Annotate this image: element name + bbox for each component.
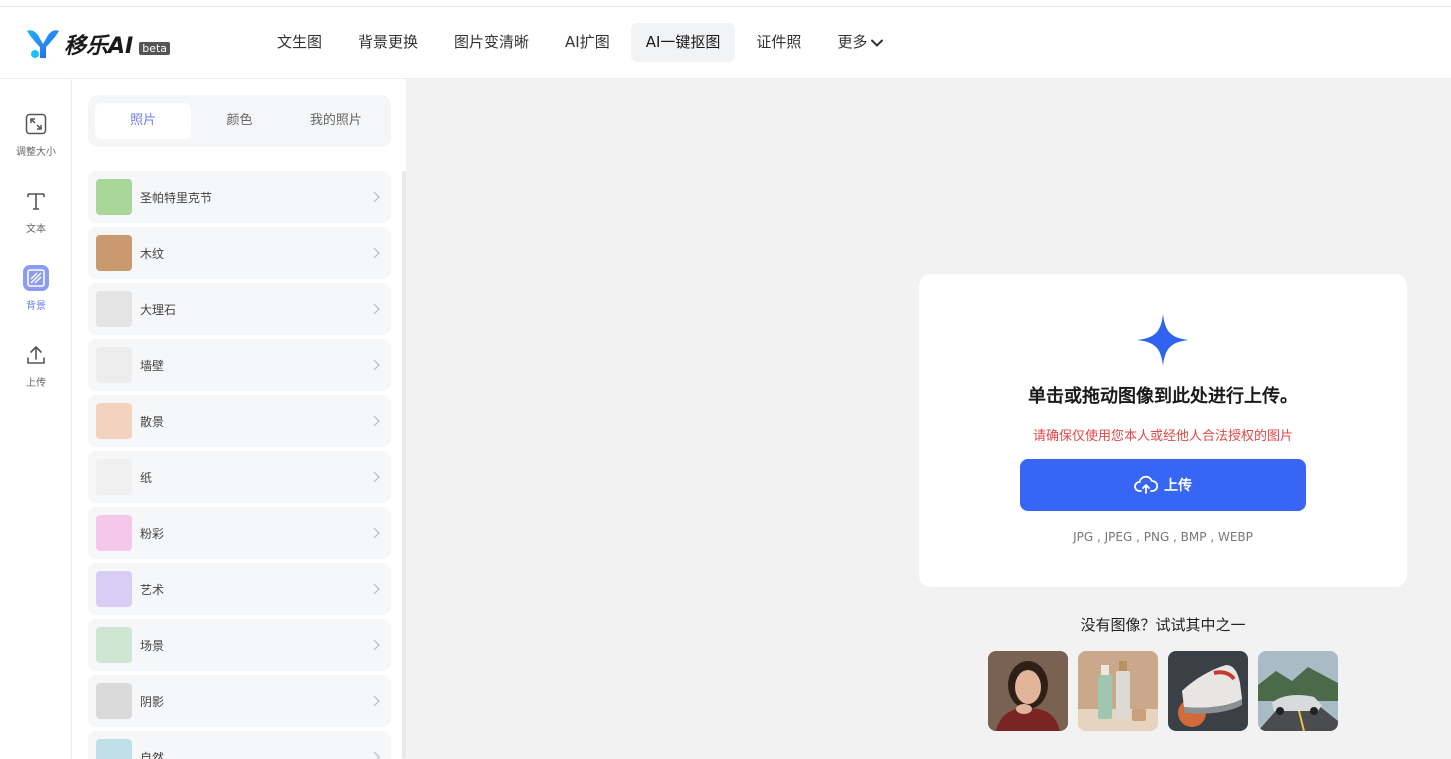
list-item[interactable]: 纸 — [88, 451, 391, 503]
rail-label: 上传 — [26, 378, 46, 389]
tab-colors[interactable]: 颜色 — [191, 103, 287, 139]
chevron-right-icon — [373, 247, 380, 259]
samples-title: 没有图像？试试其中之一 — [1080, 616, 1246, 634]
chevron-right-icon — [373, 639, 380, 651]
upload-title: 单击或拖动图像到此处进行上传。 — [1028, 386, 1298, 407]
main-nav: 文生图 背景更换 图片变清晰 AI扩图 AI一键抠图 证件照 更多 — [262, 23, 905, 62]
cloud-upload-icon — [1134, 475, 1158, 494]
category-thumbnail — [96, 235, 132, 271]
category-label: 艺术 — [140, 582, 165, 597]
chevron-right-icon — [373, 751, 380, 759]
nav-more-label: 更多 — [837, 33, 868, 51]
tool-rail: 调整大小 文本 背景 上传 — [0, 79, 72, 759]
list-item[interactable]: 散景 — [88, 395, 391, 447]
list-item[interactable]: 圣帕特里克节 — [88, 171, 391, 223]
sample-portrait[interactable] — [988, 651, 1068, 731]
rail-label: 背景 — [26, 301, 46, 312]
list-item[interactable]: 木纹 — [88, 227, 391, 279]
category-thumbnail — [96, 291, 132, 327]
category-label: 大理石 — [140, 302, 177, 317]
sample-bottles[interactable] — [1078, 651, 1158, 731]
nav-item-ai-cutout[interactable]: AI一键抠图 — [630, 23, 736, 62]
brand-name: 移乐AI — [64, 34, 134, 59]
list-item[interactable]: 粉彩 — [88, 507, 391, 559]
chevron-right-icon — [373, 471, 380, 483]
category-label: 圣帕特里克节 — [140, 190, 213, 205]
category-label: 木纹 — [140, 246, 165, 261]
sample-sneaker[interactable] — [1168, 651, 1248, 731]
category-label: 自然 — [140, 750, 165, 759]
category-thumbnail — [96, 571, 132, 607]
sample-images — [988, 651, 1348, 731]
category-label: 阴影 — [140, 694, 165, 709]
top-border — [0, 0, 1451, 7]
list-item[interactable]: 艺术 — [88, 563, 391, 615]
category-thumbnail — [96, 627, 132, 663]
panel-tabs: 照片 颜色 我的照片 — [88, 95, 391, 147]
background-panel: 照片 颜色 我的照片 圣帕特里克节 木纹大理石墙壁散景纸粉彩艺术场景阴影自然 — [72, 79, 406, 759]
upload-warning: 请确保仅使用您本人或经他人合法授权的图片 — [1032, 429, 1293, 444]
rail-item-text[interactable]: 文本 — [0, 188, 72, 248]
tab-my-photos[interactable]: 我的照片 — [288, 103, 384, 139]
nav-item-background-replace[interactable]: 背景更换 — [343, 23, 433, 62]
canvas-area: 单击或拖动图像到此处进行上传。 请确保仅使用您本人或经他人合法授权的图片 上传 … — [406, 79, 1451, 759]
chevron-right-icon — [373, 583, 380, 595]
category-label: 纸 — [140, 470, 153, 485]
upload-button-label: 上传 — [1164, 478, 1192, 494]
list-item[interactable]: 场景 — [88, 619, 391, 671]
chevron-down-icon — [871, 39, 884, 47]
list-item[interactable]: 大理石 — [88, 283, 391, 335]
upload-button[interactable]: 上传 — [1020, 459, 1306, 511]
chevron-right-icon — [373, 191, 380, 203]
category-label: 散景 — [140, 414, 165, 429]
logo[interactable]: 移乐AI beta — [25, 27, 171, 61]
nav-item-ai-expand[interactable]: AI扩图 — [550, 23, 625, 62]
header: 移乐AI beta 文生图 背景更换 图片变清晰 AI扩图 AI一键抠图 证件照… — [0, 7, 1451, 79]
chevron-right-icon — [373, 527, 380, 539]
rail-item-upload[interactable]: 上传 — [0, 342, 72, 402]
rail-item-resize[interactable]: 调整大小 — [0, 111, 72, 171]
logo-mark-icon — [27, 30, 59, 58]
rail-item-background[interactable]: 背景 — [0, 265, 72, 325]
rail-label: 文本 — [26, 224, 46, 235]
chevron-right-icon — [373, 303, 380, 315]
list-item[interactable]: 阴影 — [88, 675, 391, 727]
category-list: 圣帕特里克节 木纹大理石墙壁散景纸粉彩艺术场景阴影自然 — [88, 171, 391, 759]
category-label: 场景 — [140, 638, 165, 653]
category-label: 粉彩 — [140, 526, 165, 541]
nav-item-id-photo[interactable]: 证件照 — [741, 23, 816, 62]
list-item[interactable]: 自然 — [88, 731, 391, 759]
category-thumbnail — [96, 179, 132, 215]
chevron-right-icon — [373, 695, 380, 707]
supported-formats: JPG , JPEG , PNG , BMP , WEBP — [1073, 530, 1253, 544]
category-label: 墙壁 — [140, 358, 165, 373]
sample-car[interactable] — [1258, 651, 1338, 731]
sparkle-icon — [1137, 314, 1189, 366]
text-icon — [23, 188, 49, 214]
category-thumbnail — [96, 347, 132, 383]
tab-photos[interactable]: 照片 — [95, 103, 192, 139]
upload-icon — [23, 342, 49, 368]
category-thumbnail — [96, 459, 132, 495]
nav-item-image-enhance[interactable]: 图片变清晰 — [439, 23, 544, 62]
nav-item-text-to-image[interactable]: 文生图 — [262, 23, 337, 62]
category-thumbnail — [96, 683, 132, 719]
upload-dropzone[interactable]: 单击或拖动图像到此处进行上传。 请确保仅使用您本人或经他人合法授权的图片 上传 … — [919, 274, 1407, 587]
category-thumbnail — [96, 739, 132, 759]
background-icon — [23, 265, 49, 291]
resize-icon — [23, 111, 49, 137]
category-thumbnail — [96, 403, 132, 439]
chevron-right-icon — [373, 359, 380, 371]
rail-label: 调整大小 — [16, 147, 56, 158]
chevron-right-icon — [373, 415, 380, 427]
category-thumbnail — [96, 515, 132, 551]
beta-badge: beta — [139, 41, 171, 55]
list-item[interactable]: 墙壁 — [88, 339, 391, 391]
nav-item-more[interactable]: 更多 — [822, 23, 899, 62]
